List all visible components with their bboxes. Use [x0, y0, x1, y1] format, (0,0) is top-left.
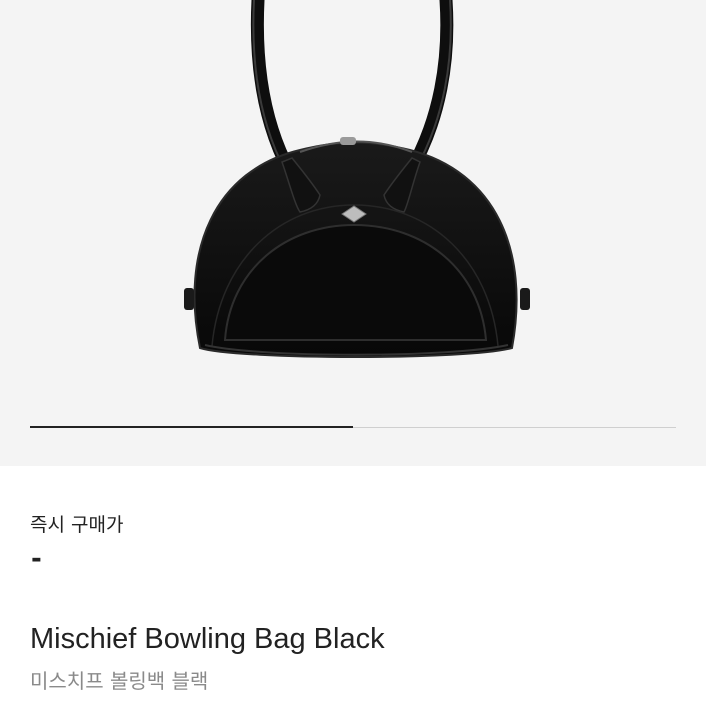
product-detail-page: 즉시 구매가 - Mischief Bowling Bag Black 미스치프… [0, 0, 706, 706]
instant-buy-price-label: 즉시 구매가 [30, 514, 124, 536]
product-name-korean: 미스치프 볼링백 블랙 [30, 669, 209, 693]
product-image-gallery[interactable] [0, 0, 706, 466]
product-info: 즉시 구매가 - Mischief Bowling Bag Black 미스치프… [0, 466, 706, 706]
image-pager-track[interactable] [30, 426, 676, 428]
image-pager-indicator [30, 426, 353, 428]
product-image[interactable] [0, 0, 706, 400]
product-name: Mischief Bowling Bag Black [30, 623, 385, 655]
instant-buy-price-value: - [31, 544, 42, 574]
